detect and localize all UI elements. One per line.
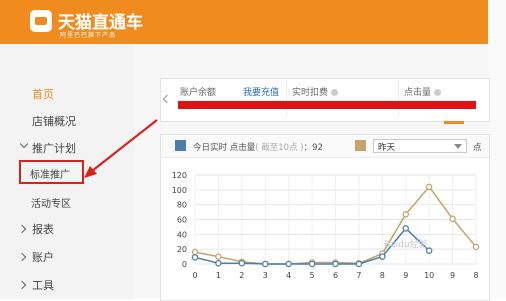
today-series-swatch[interactable] (175, 140, 186, 151)
watermark-text: Baidu经验 (384, 240, 428, 250)
x-tick-label: 9 (403, 271, 408, 280)
series-point (215, 253, 222, 260)
clicks-label: 点击量 (404, 85, 442, 98)
series-point (238, 260, 246, 267)
x-tick-label: 9 (450, 271, 455, 280)
x-tick-label: 1 (216, 271, 221, 280)
x-tick-label: 7 (356, 271, 361, 280)
y-tick-label: 40 (177, 230, 187, 239)
series-point (285, 260, 292, 268)
recharge-link[interactable]: 我要充值 (243, 85, 279, 98)
x-tick-label: 6 (333, 271, 338, 280)
today-value: ：92 (303, 143, 323, 153)
compare-metric-label: 点 (473, 143, 482, 153)
sidebar-item-shop-overview[interactable]: 店铺概况 (32, 113, 76, 129)
active-tab-indicator (444, 121, 464, 124)
realtime-deduction-label: 实时扣费 (292, 85, 339, 98)
x-tick-label: 2 (239, 271, 244, 280)
chart-legend-bar: 今日实时 点击量( 截至10点 )：92 昨天 点 (161, 135, 489, 158)
sidebar-item-reports[interactable]: 报表 (32, 221, 54, 237)
series-point (402, 225, 409, 232)
compare-period-value: 昨天 (378, 143, 396, 153)
clicks-text: 点击量 (404, 88, 432, 98)
balance-label: 账户余额 (180, 88, 217, 98)
sidebar-item-activity-zone[interactable]: 活动专区 (31, 195, 71, 210)
x-tick-label: 0 (192, 271, 197, 280)
chevron-left-icon[interactable] (160, 92, 172, 108)
divider (398, 80, 399, 116)
sidebar-item-campaigns[interactable]: 推广计划 (32, 140, 76, 156)
y-tick-label: 60 (177, 216, 187, 225)
series-point (425, 183, 433, 191)
compare-series-swatch[interactable] (355, 140, 366, 151)
x-tick-label: 5 (310, 271, 315, 280)
sidebar-item-tools[interactable]: 工具 (32, 277, 54, 293)
metric-label: 点击量 (229, 143, 256, 153)
series-point (355, 260, 363, 268)
series-point (449, 215, 456, 223)
redacted-values-bar (178, 101, 476, 109)
compare-period-select[interactable]: 昨天 (373, 139, 467, 153)
series-point (472, 243, 480, 251)
series-point (332, 260, 339, 268)
series-point (215, 260, 222, 267)
series-point (191, 254, 199, 261)
brand-subtitle: 阿里巴巴旗下产品 (60, 32, 117, 39)
today-legend: 今日实时 点击量( 截至10点 )：92 (193, 141, 323, 153)
series-point (191, 248, 199, 256)
x-tick-label: 8 (380, 271, 385, 280)
series-point (262, 260, 269, 268)
x-tick-label: 10 (424, 271, 434, 280)
annotation-highlight-box (19, 160, 84, 184)
y-tick-label: 0 (182, 260, 187, 269)
y-tick-label: 80 (177, 201, 187, 210)
help-icon[interactable] (434, 89, 442, 96)
series-point (379, 253, 386, 260)
x-tick-label: 3 (263, 271, 268, 280)
divider (286, 80, 287, 116)
today-label: 今日实时 (193, 143, 228, 153)
page-right-margin (488, 0, 506, 299)
sidebar-item-home[interactable]: 首页 (32, 86, 54, 102)
y-tick-label: 100 (172, 186, 187, 195)
range-note: ( 截至10点 ) (255, 143, 304, 153)
help-icon[interactable] (331, 89, 339, 96)
realtime-deduction-text: 实时扣费 (292, 88, 329, 98)
dropdown-caret-icon (454, 144, 462, 149)
car-logo-icon (30, 10, 52, 32)
x-tick-label: 4 (286, 271, 291, 280)
x-tick-label: 8 (473, 271, 478, 280)
clicks-line-chart: 0 20 40 60 80 100 120 0 1 2 3 4 5 6 7 8 9 10 9 8 (172, 171, 480, 280)
series-point (308, 260, 316, 268)
y-tick-label: 120 (172, 171, 187, 180)
series-point (402, 211, 409, 218)
y-tick-label: 20 (177, 245, 187, 254)
sidebar-item-account[interactable]: 账户 (32, 249, 54, 265)
